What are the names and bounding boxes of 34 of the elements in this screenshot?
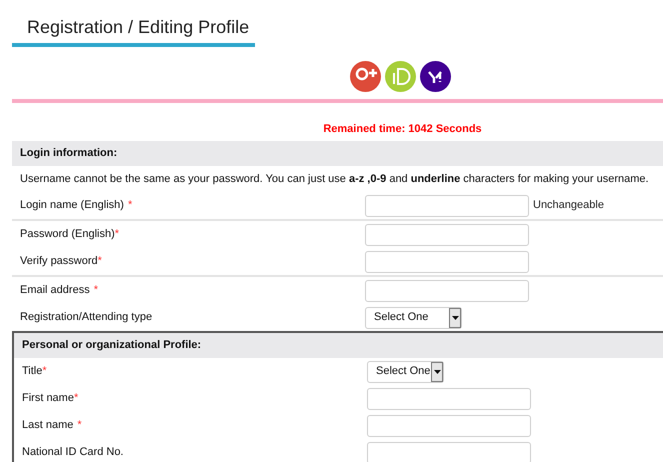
section-heading: Login information: [20, 146, 118, 162]
hint-text: Unchangeable [533, 198, 604, 214]
caret-icon [449, 308, 461, 328]
required-mark: * [98, 254, 102, 270]
field-label: Login name (English) [20, 198, 124, 214]
text-field[interactable] [367, 442, 531, 462]
required-mark: * [76, 418, 82, 434]
required-mark: * [92, 283, 98, 298]
page-title: Registration / Editing Profile [12, 15, 255, 47]
timer-text: Remained time: 1042 Seconds [323, 122, 482, 136]
field-label: Password (English) [20, 227, 115, 242]
text-field[interactable] [365, 280, 529, 302]
field-label: First name [22, 391, 74, 406]
field-label: Registration/Attending type [20, 310, 152, 326]
select-dropdown[interactable]: Select One [367, 360, 444, 382]
field-label: Last name [22, 418, 74, 434]
caret-icon [431, 362, 443, 382]
required-mark: * [114, 227, 120, 242]
text-field[interactable] [365, 194, 529, 216]
required-mark: * [74, 391, 78, 406]
required-mark: * [126, 198, 132, 214]
field-label: Verify password [20, 254, 98, 270]
username-note: Username cannot be the same as your password. You can just use a-z ,0-9 and underline characters for making your username. [20, 172, 649, 187]
field-label: Title [22, 364, 42, 380]
select-dropdown[interactable]: Select One [365, 306, 462, 328]
required-mark: * [42, 364, 47, 380]
field-label: Email address [20, 283, 90, 298]
id-badge-icon [385, 61, 416, 92]
text-field[interactable] [367, 388, 531, 410]
section-heading: Personal or organizational Profile: [22, 338, 202, 354]
text-field[interactable] [365, 224, 529, 246]
text-field[interactable] [365, 250, 529, 272]
field-label: National ID Card No. [22, 445, 124, 460]
text-field[interactable] [367, 414, 531, 436]
